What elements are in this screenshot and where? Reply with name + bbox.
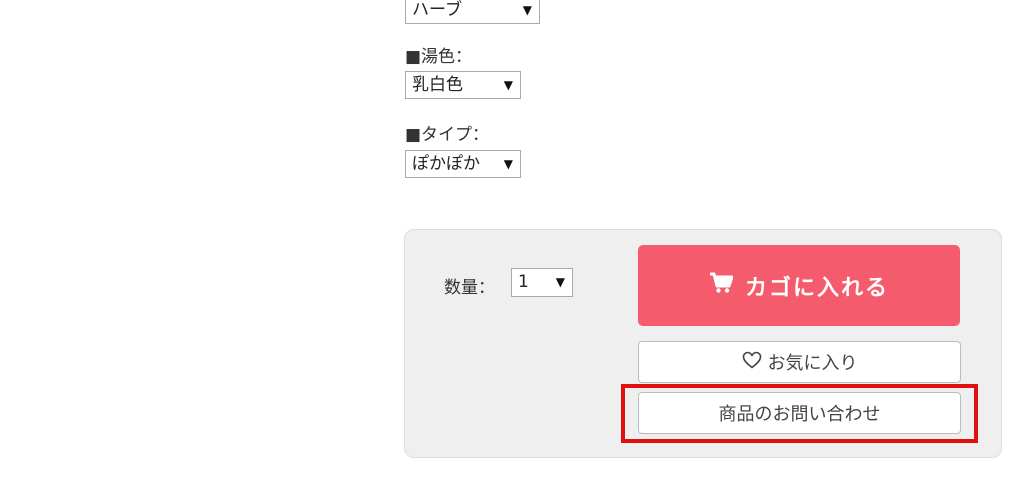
quantity-label: 数量： xyxy=(444,278,495,298)
favorite-button[interactable]: お気に入り xyxy=(638,341,961,383)
quantity-select-value: 1 xyxy=(518,272,529,292)
chevron-down-icon: ▼ xyxy=(555,275,565,289)
quantity-select[interactable]: 1 ▼ xyxy=(511,268,573,297)
favorite-label: お気に入り xyxy=(767,353,858,374)
type-select[interactable]: ぽかぽか ▼ xyxy=(405,150,521,178)
cart-icon xyxy=(709,272,734,300)
bath-color-select-value: 乳白色 xyxy=(412,75,463,95)
kind-select-value: ハーブ xyxy=(412,0,462,20)
chevron-down-icon: ▼ xyxy=(503,157,513,171)
product-inquiry-label: 商品のお問い合わせ xyxy=(718,404,881,425)
kind-select[interactable]: ハーブ ▼ xyxy=(405,0,540,24)
chevron-down-icon: ▼ xyxy=(503,78,513,92)
chevron-down-icon: ▼ xyxy=(522,3,532,17)
product-inquiry-button[interactable]: 商品のお問い合わせ xyxy=(638,392,961,434)
bath-color-select[interactable]: 乳白色 ▼ xyxy=(405,71,521,99)
type-label: ■タイプ： xyxy=(405,125,490,145)
add-to-cart-label: カゴに入れる xyxy=(744,275,889,301)
add-to-cart-button[interactable]: カゴに入れる xyxy=(638,245,960,326)
heart-icon xyxy=(742,351,762,374)
type-select-value: ぽかぽか xyxy=(412,154,480,174)
bath-color-label: ■湯色： xyxy=(405,47,473,67)
